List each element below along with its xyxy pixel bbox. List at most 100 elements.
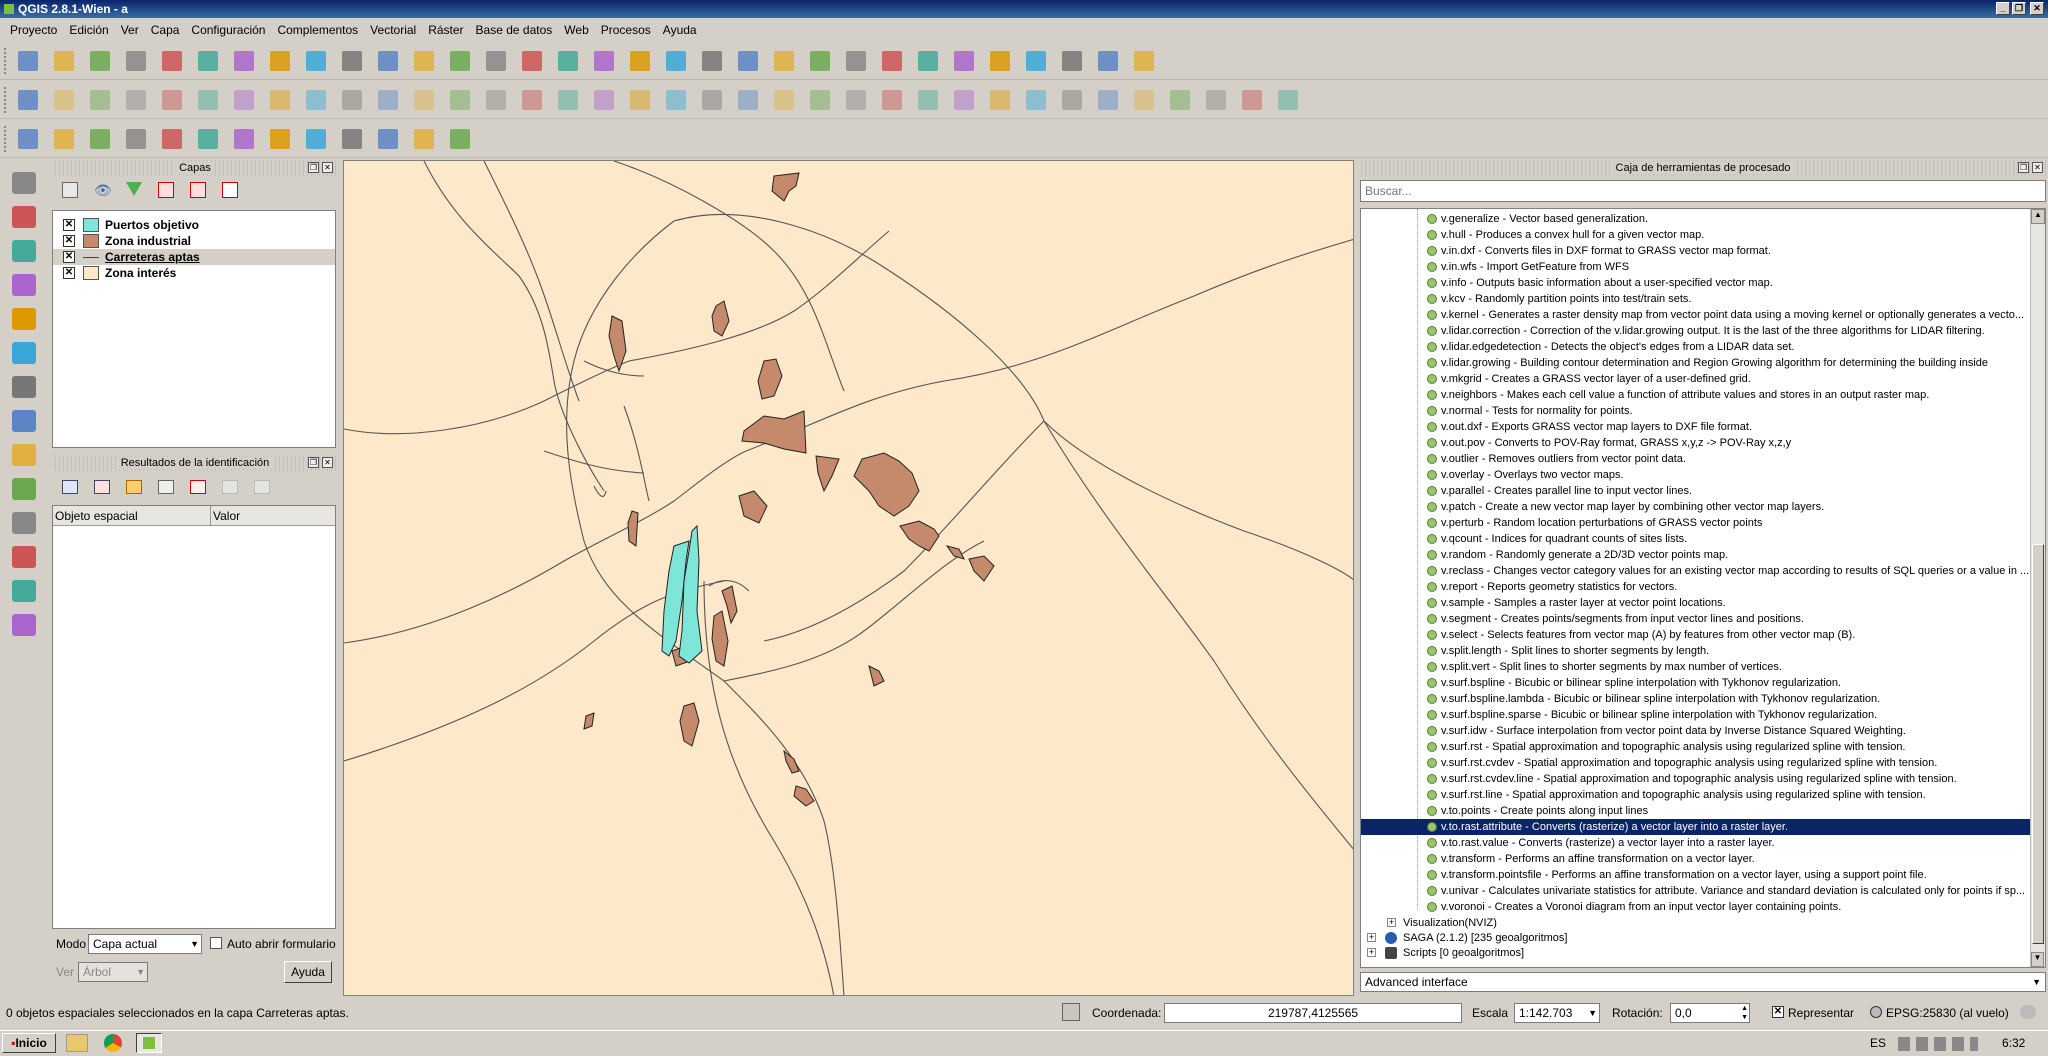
algorithm-item[interactable]: v.surf.rst - Spatial approximation and t… — [1361, 739, 2031, 755]
add-wfs-layer-icon[interactable] — [12, 444, 36, 466]
graphical-modeler-icon[interactable] — [54, 129, 74, 149]
sextante-icon[interactable] — [270, 129, 290, 149]
collapse-all-icon[interactable] — [190, 182, 206, 198]
layer-row-zona-interes[interactable]: ✕ Zona interés — [53, 265, 335, 281]
add-oracle-layer-icon[interactable] — [12, 376, 36, 398]
topology-checker-icon[interactable] — [378, 129, 398, 149]
layer-visibility-checkbox[interactable]: ✕ — [63, 267, 75, 279]
add-feature-icon[interactable] — [126, 90, 146, 110]
show-bookmarks-icon[interactable] — [1026, 51, 1046, 71]
copy-features-icon[interactable] — [306, 90, 326, 110]
merge-attributes-icon[interactable] — [918, 90, 938, 110]
reshape-icon[interactable] — [738, 90, 758, 110]
identify-icon[interactable] — [666, 51, 686, 71]
expression-select-icon[interactable] — [810, 51, 830, 71]
algorithm-item[interactable]: v.surf.bspline.sparse - Bicubic or bilin… — [1361, 707, 2031, 723]
zoom-out-icon[interactable] — [378, 51, 398, 71]
actions-icon[interactable] — [702, 51, 722, 71]
mode-select[interactable]: Capa actual ▼ — [88, 934, 202, 954]
label-pin-icon[interactable] — [1026, 90, 1046, 110]
layer-row-puertos[interactable]: ✕ Puertos objetivo — [53, 217, 335, 233]
add-spatialite-layer-icon[interactable] — [12, 274, 36, 296]
move-feature-icon[interactable] — [162, 90, 182, 110]
algorithm-item[interactable]: v.normal - Tests for normality for point… — [1361, 403, 2031, 419]
text-annotation-icon[interactable] — [1062, 51, 1082, 71]
pan-to-selection-icon[interactable] — [306, 51, 326, 71]
algorithm-item[interactable]: v.info - Outputs basic information about… — [1361, 275, 2031, 291]
new-project-icon[interactable] — [18, 51, 38, 71]
merge-features-icon[interactable] — [882, 90, 902, 110]
touch-zoom-icon[interactable] — [234, 51, 254, 71]
current-edits-icon[interactable] — [18, 90, 38, 110]
menu-configuracion[interactable]: Configuración — [185, 23, 271, 37]
algorithm-item[interactable]: v.surf.rst.cvdev - Spatial approximation… — [1361, 755, 2031, 771]
layer-row-carreteras[interactable]: ✕ Carreteras aptas — [53, 249, 335, 265]
qgis-taskbar-button[interactable] — [136, 1033, 162, 1053]
map-canvas[interactable] — [343, 160, 1354, 996]
algorithm-item[interactable]: v.surf.idw - Surface interpolation from … — [1361, 723, 2031, 739]
maximize-button[interactable]: ❐ — [2012, 2, 2026, 15]
expand-all-icon[interactable] — [158, 182, 174, 198]
new-print-composer-icon[interactable] — [162, 51, 182, 71]
algorithm-item[interactable]: v.surf.rst.cvdev.line - Spatial approxim… — [1361, 771, 2031, 787]
spin-arrows-icon[interactable]: ▲ ▼ — [1741, 1004, 1748, 1022]
zoom-actual-size-icon[interactable] — [414, 51, 434, 71]
algorithm-item[interactable]: v.surf.bspline.lambda - Bicubic or bilin… — [1361, 691, 2031, 707]
map-svg[interactable] — [344, 161, 1354, 996]
save-as-icon[interactable] — [126, 51, 146, 71]
algorithm-item[interactable]: v.random - Randomly generate a 2D/3D vec… — [1361, 547, 2031, 563]
menu-capa[interactable]: Capa — [145, 23, 186, 37]
add-postgis-layer-icon[interactable] — [12, 240, 36, 262]
column-header-value[interactable]: Valor — [211, 506, 335, 525]
zoom-full-icon[interactable] — [450, 51, 470, 71]
results-viewer-icon[interactable] — [162, 129, 182, 149]
expand-icon[interactable]: + — [1367, 948, 1376, 957]
algorithm-item[interactable]: v.parallel - Creates parallel line to in… — [1361, 483, 2031, 499]
new-gpx-icon[interactable] — [12, 580, 36, 602]
python-icon[interactable] — [1278, 90, 1298, 110]
algorithm-item[interactable]: v.lidar.edgedetection - Detects the obje… — [1361, 339, 2031, 355]
undo-icon[interactable] — [414, 90, 434, 110]
open-project-icon[interactable] — [54, 51, 74, 71]
render-checkbox[interactable]: ✕ — [1772, 1006, 1784, 1018]
algorithm-item[interactable]: v.lidar.correction - Correction of the v… — [1361, 323, 2031, 339]
layer-visibility-checkbox[interactable]: ✕ — [63, 251, 75, 263]
algorithm-item[interactable]: v.surf.rst.line - Spatial approximation … — [1361, 787, 2031, 803]
minimize-button[interactable]: _ — [1996, 2, 2010, 15]
scroll-thumb[interactable] — [2032, 544, 2044, 944]
add-ring-icon[interactable] — [558, 90, 578, 110]
new-bookmark-icon[interactable] — [990, 51, 1010, 71]
add-delimited-text-icon[interactable] — [12, 478, 36, 500]
rotation-field[interactable]: 0,0 ▲ ▼ — [1670, 1003, 1750, 1023]
crs-status[interactable]: EPSG:25830 (al vuelo) — [1886, 1006, 2009, 1020]
field-calculator-icon[interactable] — [882, 51, 902, 71]
heatmap-icon[interactable] — [450, 129, 470, 149]
algorithm-item[interactable]: v.split.length - Split lines to shorter … — [1361, 643, 2031, 659]
algorithm-item[interactable]: v.to.rast.attribute - Converts (rasteriz… — [1361, 819, 2031, 835]
float-panel-icon[interactable]: ❐ — [308, 457, 319, 468]
menu-vectorial[interactable]: Vectorial — [364, 23, 422, 37]
algorithm-item[interactable]: v.outlier - Removes outliers from vector… — [1361, 451, 2031, 467]
scale-field[interactable]: 1:142.703 ▼ — [1514, 1003, 1600, 1023]
menu-raster[interactable]: Ráster — [422, 23, 469, 37]
add-mssql-layer-icon[interactable] — [12, 308, 36, 330]
clear-results-icon[interactable] — [190, 480, 206, 494]
toolbar-grip[interactable] — [4, 126, 8, 152]
label-show-hide-icon[interactable] — [1206, 90, 1226, 110]
add-wcs-layer-icon[interactable] — [12, 410, 36, 432]
cut-features-icon[interactable] — [270, 90, 290, 110]
algorithm-item[interactable]: v.sample - Samples a raster layer at vec… — [1361, 595, 2031, 611]
help-button[interactable]: Ayuda — [284, 961, 332, 983]
eye-icon[interactable]: 👁 — [94, 182, 112, 199]
menu-base-de-datos[interactable]: Base de datos — [470, 23, 559, 37]
algorithm-item[interactable]: v.mkgrid - Creates a GRASS vector layer … — [1361, 371, 2031, 387]
algorithm-item[interactable]: v.split.vert - Split lines to shorter se… — [1361, 659, 2031, 675]
algorithm-item[interactable]: v.in.dxf - Converts files in DXF format … — [1361, 243, 2031, 259]
measure-icon[interactable] — [918, 51, 938, 71]
column-header-feature[interactable]: Objeto espacial — [53, 506, 211, 525]
georeferencer-icon[interactable] — [306, 129, 326, 149]
expand-icon[interactable]: + — [1387, 918, 1396, 927]
explorer-taskbar-icon[interactable] — [66, 1034, 88, 1052]
toolbox-search-input[interactable] — [1360, 180, 2046, 202]
composer-manager-icon[interactable] — [198, 51, 218, 71]
